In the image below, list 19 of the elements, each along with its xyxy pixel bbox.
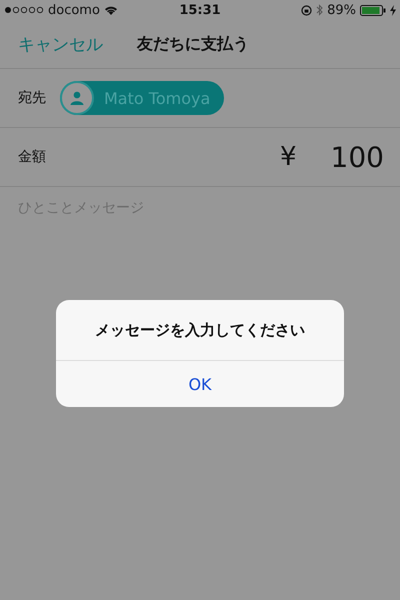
recipient-chip[interactable]: Mato Tomoya xyxy=(60,81,224,115)
cancel-button[interactable]: キャンセル xyxy=(18,32,103,56)
rotation-lock-icon xyxy=(301,4,312,16)
battery-percent: 89% xyxy=(327,2,356,18)
charging-icon xyxy=(390,4,396,16)
signal-icon xyxy=(4,6,44,14)
currency-symbol: ¥ xyxy=(280,142,297,172)
wifi-icon xyxy=(104,5,118,15)
bluetooth-icon xyxy=(316,4,324,16)
ok-button[interactable]: OK xyxy=(56,361,344,407)
alert-message: メッセージを入力してください xyxy=(56,300,344,361)
carrier-name: docomo xyxy=(48,2,100,18)
amount-label: 金額 xyxy=(18,148,47,166)
battery-icon xyxy=(360,4,386,16)
screen-title: 友だちに支払う xyxy=(137,34,249,54)
amount-value: 100 xyxy=(330,140,384,174)
person-icon xyxy=(70,91,84,105)
recipient-label: 宛先 xyxy=(18,89,46,107)
clock-time: 15:31 xyxy=(179,2,221,18)
